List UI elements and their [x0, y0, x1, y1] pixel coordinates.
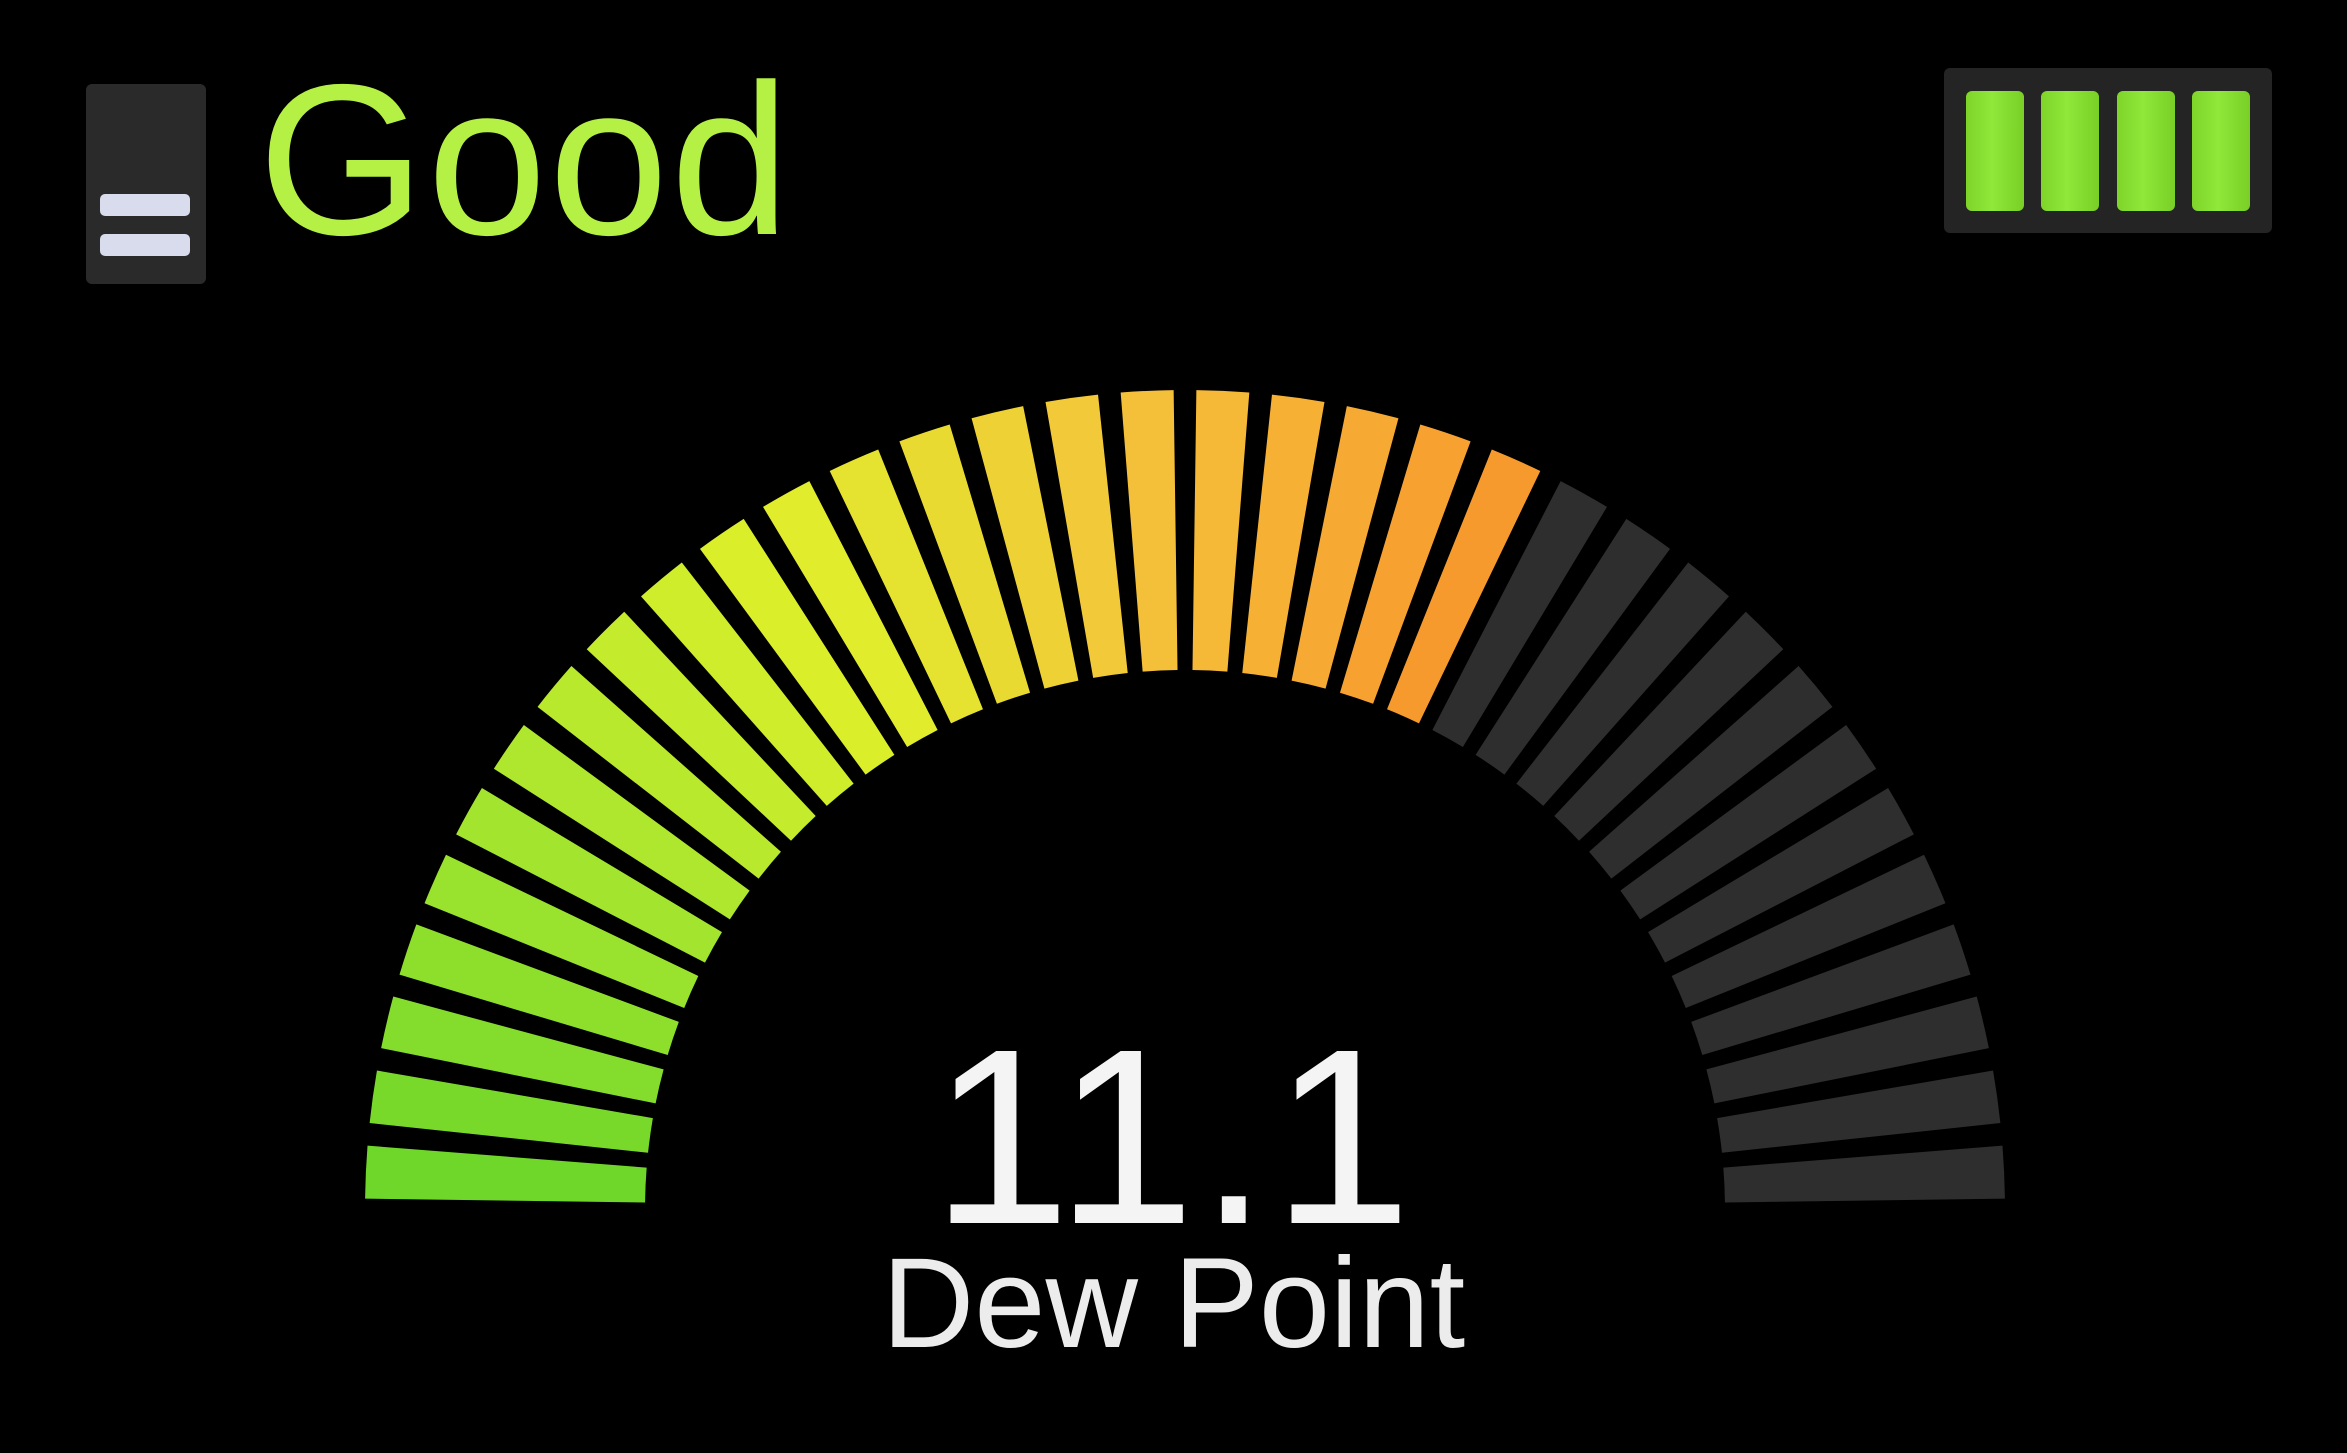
device-screen: Good 11.1 Dew Point: [0, 0, 2347, 1453]
dew-point-label: Dew Point: [881, 1232, 1466, 1375]
dew-point-value: 11.1: [931, 997, 1416, 1276]
gauge-segment-lit: [1120, 390, 1178, 672]
gauge-segment-lit: [1192, 390, 1250, 672]
